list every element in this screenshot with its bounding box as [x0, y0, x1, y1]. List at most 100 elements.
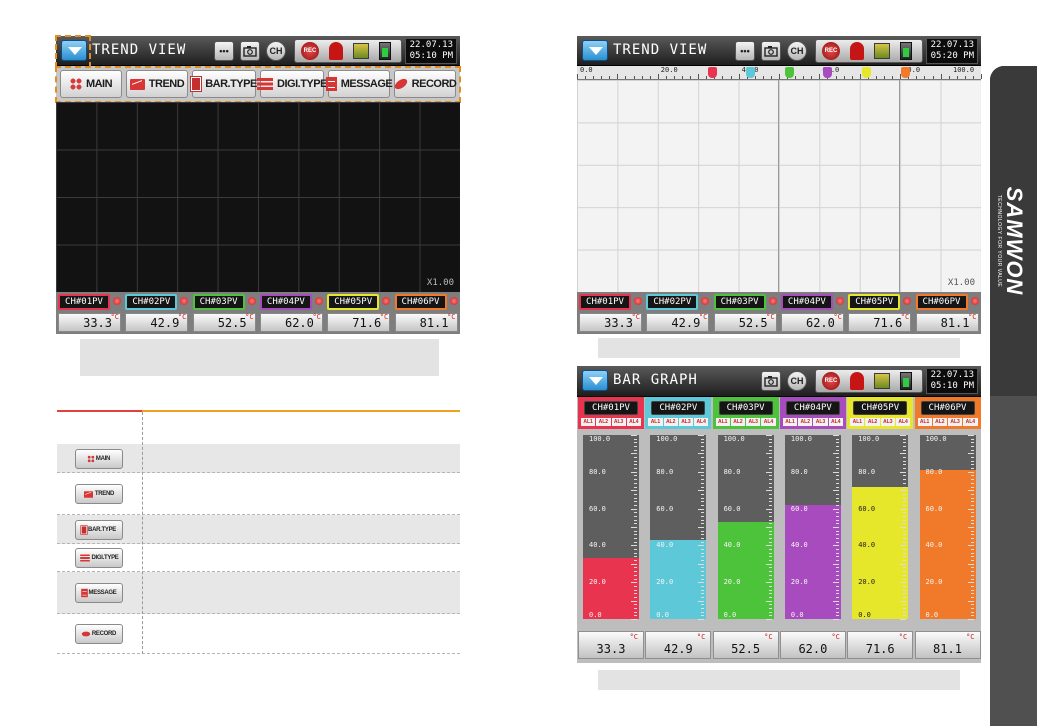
bar-tick	[634, 571, 637, 573]
bar-header: CH#01PV AL1 AL2 AL3 AL4	[578, 397, 644, 429]
rec-icon[interactable]: REC	[301, 42, 319, 60]
channel-tag: CH#04PV	[785, 401, 840, 415]
bar-column[interactable]: CH#05PV AL1 AL2 AL3 AL4 100.0 80.0 60.0 40.0 20.0…	[847, 397, 914, 663]
channel-cell[interactable]: CH#04PV 62.0 °C	[259, 292, 325, 334]
channel-icon[interactable]: CH	[787, 41, 807, 61]
camera-icon[interactable]	[761, 371, 781, 391]
channel-cell[interactable]: CH#03PV 52.5 °C	[192, 292, 258, 334]
bar-tick	[903, 468, 907, 470]
alarm-label: AL2	[730, 418, 746, 426]
alarm-dot-icon	[835, 297, 844, 305]
alarm-label: AL2	[798, 418, 813, 426]
channel-cell[interactable]: CH#06PV 81.1 °C	[915, 292, 981, 334]
ruler-tick	[673, 76, 675, 79]
channel-cell[interactable]: CH#01PV 33.3 °C	[57, 292, 123, 334]
channel-cell[interactable]: CH#05PV 71.6 °C	[847, 292, 913, 334]
bar-tick	[634, 457, 637, 459]
status-icon-group: REC	[815, 39, 923, 63]
bar-tick	[698, 435, 705, 436]
channel-cell[interactable]: CH#01PV 33.3 °C	[578, 292, 644, 334]
alarm-indicators: AL1 AL2 AL3 AL4	[917, 418, 978, 426]
trend-graph-area[interactable]: X1.00	[56, 102, 460, 292]
brand-logo-text: SAMWON	[1002, 186, 1027, 296]
bar-scale-label: 60.0	[790, 504, 808, 513]
bar-tick	[634, 552, 637, 554]
rec-icon[interactable]: REC	[822, 372, 840, 390]
bar-column[interactable]: CH#04PV AL1 AL2 AL3 AL4 100.0 80.0 60.0 40.0 20.0…	[779, 397, 846, 663]
bar-column[interactable]: CH#02PV AL1 AL2 AL3 AL4 100.0 80.0 60.0 40.0 20.0…	[645, 397, 712, 663]
bar-scale-label: 0.0	[790, 611, 804, 619]
bar-column[interactable]: CH#01PV AL1 AL2 AL3 AL4 100.0 80.0 60.0 40.0 20.0…	[578, 397, 644, 663]
channel-cell[interactable]: CH#02PV 42.9 °C	[124, 292, 190, 334]
camera-icon[interactable]	[761, 41, 781, 61]
bar-tick	[631, 563, 637, 565]
bar-tick	[903, 552, 907, 554]
bar-tick	[970, 589, 974, 591]
channel-cell[interactable]: CH#06PV 81.1 °C	[394, 292, 460, 334]
channel-cell[interactable]: CH#05PV 71.6 °C	[326, 292, 392, 334]
bar-tick	[768, 479, 772, 481]
bar-tick	[832, 490, 839, 492]
datetime-display: 22.07.13 05:10 PM	[926, 368, 978, 394]
channel-tag: CH#03PV	[718, 401, 773, 415]
rec-icon[interactable]: REC	[822, 42, 840, 60]
more-icon[interactable]: •••	[735, 41, 755, 61]
alarm-label: AL1	[917, 418, 932, 426]
alarm-dot-icon	[247, 297, 256, 305]
camera-icon[interactable]	[240, 41, 260, 61]
table-row-button-label: RECORD	[91, 631, 117, 637]
alarm-label: AL4	[895, 418, 911, 426]
ruler-tick	[795, 76, 797, 79]
bar-scale-ticks	[967, 435, 974, 620]
bar-track: 100.0 80.0 60.0 40.0 20.0 0.0	[784, 435, 841, 620]
table-row-button-label: BAR.TYPE	[88, 527, 116, 533]
bar-tick	[970, 611, 974, 613]
bar-tick	[634, 585, 637, 587]
menu-dropdown-button[interactable]	[582, 40, 608, 61]
menu-dropdown-button[interactable]	[582, 370, 608, 391]
screen-title: BAR GRAPH	[613, 372, 698, 388]
bar-value-box: 42.9 °C	[645, 631, 712, 659]
bar-tick	[903, 578, 907, 580]
bar-tick	[698, 619, 705, 620]
channel-unit: °C	[447, 313, 456, 321]
bar-tick	[701, 523, 705, 525]
bar-column[interactable]: CH#03PV AL1 AL2 AL3 AL4 100.0 80.0 60.0 40.0 20.0…	[712, 397, 779, 663]
bar-tick	[900, 582, 907, 584]
table-row: RECORD	[57, 614, 460, 654]
channel-cell[interactable]: CH#02PV 42.9 °C	[645, 292, 711, 334]
bar-tick	[832, 582, 839, 584]
more-icon[interactable]: •••	[214, 41, 234, 61]
channel-cell[interactable]: CH#04PV 62.0 °C	[780, 292, 846, 334]
channel-icon[interactable]: CH	[787, 371, 807, 391]
bar-tick	[634, 449, 637, 451]
channel-value: 52.5	[738, 316, 768, 330]
sd-card-icon	[353, 43, 369, 59]
ruler-tick	[641, 76, 643, 79]
bar-tick	[698, 600, 705, 602]
bar-tick	[832, 527, 839, 528]
channel-icon[interactable]: CH	[266, 41, 286, 61]
channel-tag: CH#06PV	[920, 401, 975, 415]
trend-graph-area[interactable]: X1.00	[577, 80, 981, 292]
bar-tick	[701, 482, 705, 484]
channel-tag: CH#04PV	[259, 294, 312, 310]
bar-tick	[903, 457, 907, 459]
brand-tab-bottom	[990, 396, 1037, 726]
bar-tick	[631, 453, 637, 455]
bar-tick	[970, 438, 974, 440]
bar-tick	[701, 604, 705, 606]
alarm-label: AL1	[782, 418, 798, 426]
bar-tick	[835, 449, 839, 451]
channel-value: 42.9	[671, 316, 701, 330]
alarm-label: AL3	[678, 418, 694, 426]
bar-tick	[903, 541, 907, 543]
bar-tick	[634, 615, 637, 617]
channel-value: 33.3	[604, 316, 633, 330]
table-row-button: MESSAGE	[75, 583, 123, 603]
channel-cell[interactable]: CH#03PV 52.5 °C	[713, 292, 779, 334]
ruler-tick	[698, 74, 700, 79]
bar-tick	[765, 600, 772, 602]
bar-tick	[701, 515, 705, 517]
bar-column[interactable]: CH#06PV AL1 AL2 AL3 AL4 100.0 80.0 60.0 40.0 20.0…	[914, 397, 981, 663]
